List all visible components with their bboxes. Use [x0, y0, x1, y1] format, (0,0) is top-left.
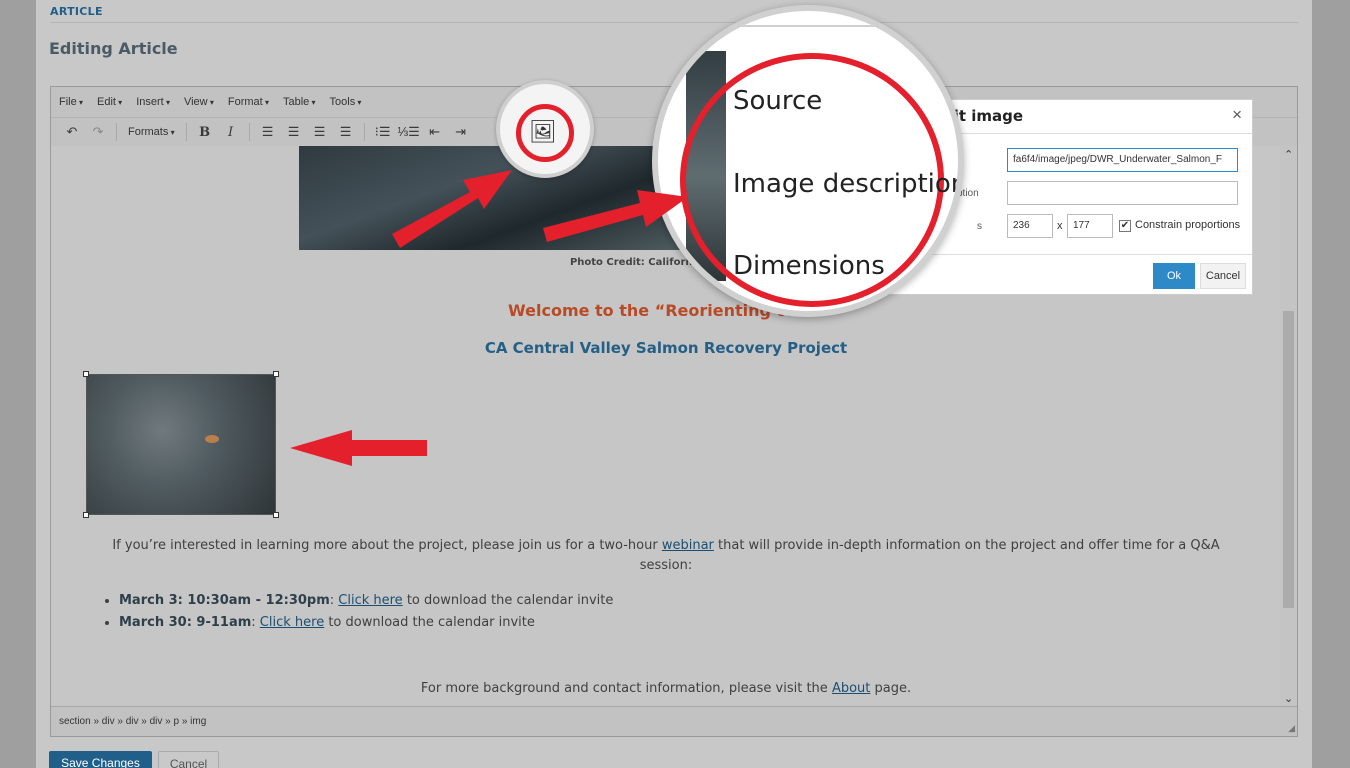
menu-insert[interactable]: Insert [136, 96, 170, 108]
dimensions-label: s [977, 221, 982, 232]
list-item: March 3: 10:30am - 12:30pm: Click here t… [119, 590, 613, 612]
align-right-icon[interactable]: ☰ [307, 121, 333, 143]
source-input[interactable]: fa6f4/image/jpeg/DWR_Underwater_Salmon_F [1007, 148, 1238, 172]
para-text: For more background and contact informat… [420, 681, 832, 696]
italic-button[interactable]: I [218, 121, 244, 143]
magnifier-insert-image-button: 🖼 [496, 80, 594, 178]
webinar-link[interactable]: webinar [662, 538, 714, 553]
menu-tools[interactable]: Tools [330, 96, 362, 108]
toolbar-separator [185, 123, 187, 141]
para-text: If you’re interested in learning more ab… [112, 538, 662, 553]
dialog-cancel-button[interactable]: Cancel [1200, 263, 1246, 289]
about-paragraph: For more background and contact informat… [51, 681, 1281, 696]
magnifier-dialog-labels: Source Image description Dimensions [652, 5, 964, 317]
menu-format[interactable]: Format [228, 96, 269, 108]
formats-dropdown[interactable]: Formats [122, 126, 181, 138]
menu-edit[interactable]: Edit [97, 96, 122, 108]
welcome-heading: Welcome to the “Reorienting to Re [508, 301, 824, 320]
list-item-text: to download the calendar invite [402, 593, 614, 608]
calendar-link[interactable]: Click here [260, 615, 324, 630]
constrain-checkbox[interactable]: ✔ [1119, 220, 1131, 232]
page-title: Editing Article [49, 39, 178, 58]
resize-handle[interactable] [83, 512, 89, 518]
selected-salmon-image[interactable] [83, 371, 279, 518]
menu-table[interactable]: Table [283, 96, 316, 108]
bullet-list-icon[interactable]: ⁝☰ [370, 121, 396, 143]
zoom-label-dimensions: Dimensions [733, 251, 885, 281]
undo-icon[interactable]: ↶ [59, 121, 85, 143]
dimension-separator: x [1057, 220, 1063, 232]
outdent-icon[interactable]: ⇤ [422, 121, 448, 143]
list-item: March 30: 9-11am: Click here to download… [119, 612, 613, 634]
menu-view[interactable]: View [184, 96, 214, 108]
scroll-down-icon[interactable]: ⌄ [1284, 692, 1293, 705]
separator-text: : [329, 593, 339, 608]
redo-icon[interactable]: ↷ [85, 121, 111, 143]
image-description-input[interactable] [1007, 181, 1238, 205]
project-subtitle: CA Central Valley Salmon Recovery Projec… [484, 339, 848, 357]
para-text: that will provide in-depth information o… [639, 538, 1220, 573]
numbered-list-icon[interactable]: ⅓☰ [396, 121, 422, 143]
ok-button[interactable]: Ok [1153, 263, 1195, 289]
bold-button[interactable]: B [192, 121, 218, 143]
height-input[interactable]: 177 [1067, 214, 1113, 238]
width-input[interactable]: 236 [1007, 214, 1053, 238]
image-icon[interactable]: 🖼 [529, 119, 557, 145]
zoom-label-source: Source [733, 86, 823, 116]
menu-file[interactable]: File [59, 96, 83, 108]
event-list: March 3: 10:30am - 12:30pm: Click here t… [119, 590, 613, 634]
indent-icon[interactable]: ⇥ [448, 121, 474, 143]
event-date: March 3: 10:30am - 12:30pm [119, 593, 330, 608]
event-date: March 30: 9-11am [119, 615, 252, 630]
webinar-paragraph: If you’re interested in learning more ab… [91, 536, 1241, 576]
about-link[interactable]: About [832, 681, 870, 696]
toolbar-separator [363, 123, 365, 141]
list-item-text: to download the calendar invite [324, 615, 535, 630]
separator-text: : [251, 615, 260, 630]
align-left-icon[interactable]: ☰ [255, 121, 281, 143]
toolbar-separator [248, 123, 250, 141]
resize-handle[interactable] [273, 512, 279, 518]
zoom-label-description: Image description [733, 169, 964, 199]
save-changes-button[interactable]: Save Changes [49, 751, 152, 768]
toolbar-separator [116, 123, 117, 141]
scroll-up-icon[interactable]: ⌃ [1284, 148, 1293, 161]
align-justify-icon[interactable]: ☰ [333, 121, 359, 143]
section-label: ARTICLE [50, 5, 103, 18]
resize-handle[interactable] [273, 371, 279, 377]
close-icon[interactable]: × [1232, 105, 1242, 125]
calendar-link[interactable]: Click here [338, 593, 402, 608]
scroll-thumb[interactable] [1283, 311, 1294, 608]
constrain-label: Constrain proportions [1135, 219, 1241, 231]
element-path: section » div » div » div » p » img [51, 706, 1297, 736]
editor-resize-icon[interactable]: ◢ [1288, 723, 1295, 734]
align-center-icon[interactable]: ☰ [281, 121, 307, 143]
divider [658, 25, 958, 27]
divider [50, 22, 1298, 23]
resize-handle[interactable] [83, 371, 89, 377]
para-text: page. [870, 681, 912, 696]
editor-scrollbar[interactable]: ⌃ ⌄ [1280, 146, 1297, 707]
cancel-button[interactable]: Cancel [158, 751, 219, 768]
